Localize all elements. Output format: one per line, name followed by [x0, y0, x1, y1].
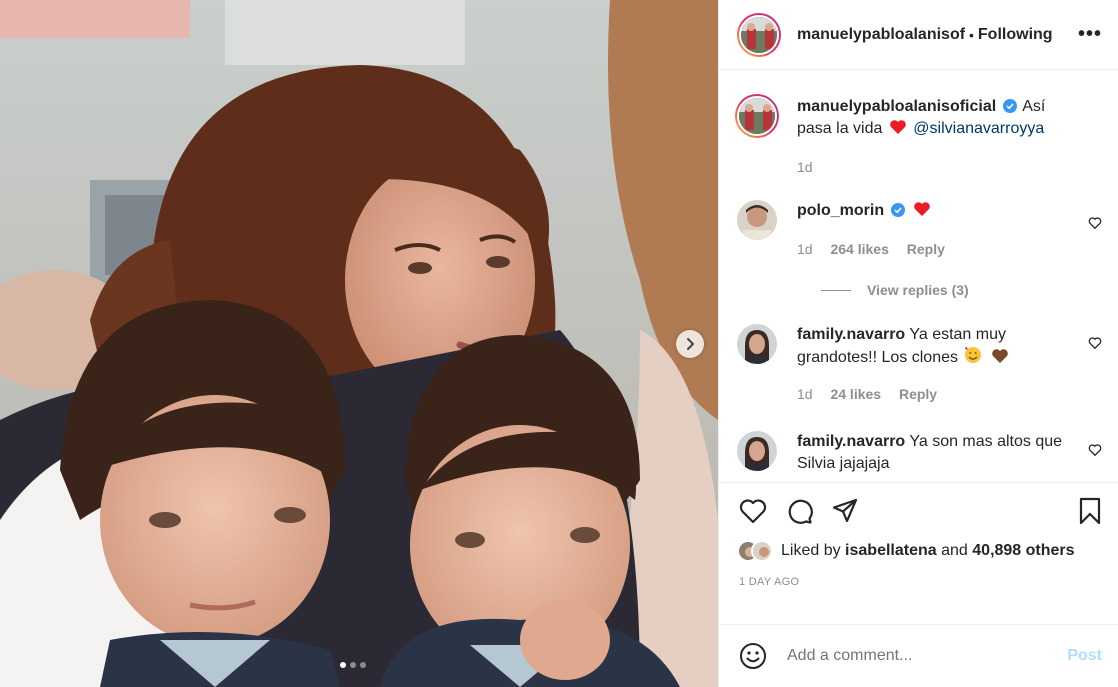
caption-time: 1d [797, 159, 813, 175]
heart-icon [739, 498, 767, 523]
red-heart-emoji-icon [890, 120, 906, 134]
avatar-image [741, 16, 777, 53]
comment: family.navarro Ya estan muy grandotes!! … [737, 298, 1102, 405]
caption: manuelypabloalanisoficial Así pasa la vi… [735, 70, 1102, 178]
commenter-avatar[interactable] [737, 200, 777, 240]
commenter-username[interactable]: family.navarro [797, 433, 905, 450]
post-media[interactable] [0, 0, 718, 687]
add-comment-bar: Post [719, 624, 1118, 687]
avatar-image [737, 324, 777, 364]
verified-badge-icon [890, 203, 905, 217]
post-photo [0, 0, 718, 687]
emoji-icon [740, 643, 766, 669]
post-side-panel: manuelypabloalanisofi • Following ••• ma… [718, 0, 1118, 687]
reply-button[interactable]: Reply [899, 386, 937, 402]
avatar-image [739, 98, 775, 134]
commenter-username[interactable]: polo_morin [797, 202, 884, 219]
post-modal: manuelypabloalanisofi • Following ••• ma… [0, 0, 1118, 687]
smiling-face-with-hearts-emoji-icon [965, 347, 982, 363]
view-replies-label: View replies (3) [867, 282, 969, 298]
verified-badge-icon [1002, 99, 1017, 113]
red-heart-emoji-icon [914, 202, 930, 216]
likes-summary: Liked by isabellatena and 40,898 others [719, 538, 1118, 564]
avatar-image [737, 200, 777, 240]
mention-link[interactable]: @silvianavarroyya [913, 120, 1044, 137]
like-comment-heart-icon[interactable] [1088, 443, 1102, 457]
post-header: manuelypabloalanisofi • Following ••• [719, 0, 1118, 70]
post-actions-bar [719, 482, 1118, 538]
liked-by-user[interactable]: isabellatena [845, 542, 937, 560]
carousel-dot [340, 662, 346, 668]
liker-avatar [751, 540, 773, 562]
liked-by-and: and [941, 542, 968, 559]
comment-icon [788, 499, 813, 524]
comments-list[interactable]: manuelypabloalanisoficial Así pasa la vi… [719, 70, 1118, 482]
carousel-dot [360, 662, 366, 668]
share-icon [832, 498, 858, 522]
comment-input[interactable] [787, 647, 1068, 665]
share-button[interactable] [831, 497, 859, 525]
bookmark-icon [1079, 497, 1101, 524]
commenter-avatar[interactable] [737, 324, 777, 364]
like-post-button[interactable] [739, 498, 767, 524]
author-avatar[interactable] [737, 12, 781, 57]
avatar-image [737, 431, 777, 471]
carousel-dot [350, 662, 356, 668]
comment-likes-count[interactable]: 24 likes [830, 386, 881, 402]
brown-heart-emoji-icon [992, 349, 1008, 363]
liker-avatars[interactable] [737, 540, 773, 562]
post-comment-button[interactable]: Post [1067, 647, 1102, 665]
header-separator: • [969, 26, 974, 43]
comment-time: 1d [797, 386, 813, 402]
commenter-username[interactable]: family.navarro [797, 326, 905, 343]
view-replies-button[interactable]: View replies (3) [821, 282, 1102, 298]
like-comment-heart-icon[interactable] [1088, 336, 1102, 350]
chevron-right-icon [687, 338, 694, 350]
post-timestamp: 1 DAY AGO [739, 576, 800, 588]
following-button[interactable]: Following [978, 26, 1053, 44]
replies-divider-line [821, 289, 851, 291]
author-username[interactable]: manuelypabloalanisofi [797, 26, 965, 44]
reply-button[interactable]: Reply [907, 241, 945, 257]
commenter-avatar[interactable] [737, 431, 777, 471]
liked-by-others[interactable]: 40,898 others [972, 542, 1074, 560]
comment-time: 1d [797, 241, 813, 257]
caption-username[interactable]: manuelypabloalanisoficial [797, 98, 996, 115]
emoji-picker-button[interactable] [739, 642, 767, 670]
liked-by-prefix: Liked by [781, 542, 841, 559]
comment: family.navarro Ya son mas altos que Silv… [737, 405, 1102, 475]
comment-button[interactable] [785, 497, 813, 525]
comment: polo_morin 1d 264 likes Reply [737, 178, 1102, 260]
more-options-button[interactable]: ••• [1078, 23, 1102, 46]
carousel-indicator [340, 662, 366, 668]
caption-author-avatar[interactable] [735, 94, 779, 138]
save-button[interactable] [1078, 497, 1102, 525]
next-slide-button[interactable] [676, 330, 704, 358]
like-comment-heart-icon[interactable] [1088, 216, 1102, 230]
comment-likes-count[interactable]: 264 likes [830, 241, 888, 257]
